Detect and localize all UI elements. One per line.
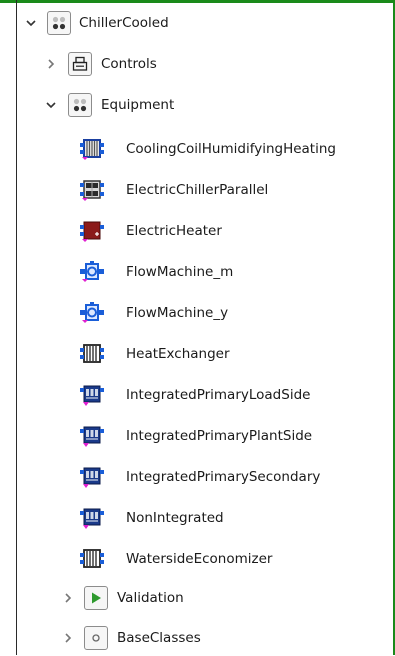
tree-item-flowmachine-y[interactable]: FlowMachine_y bbox=[17, 295, 393, 331]
tree-item-integratedprimarysecondary[interactable]: IntegratedPrimarySecondary bbox=[17, 459, 393, 495]
tree-item-label: CoolingCoilHumidifyingHeating bbox=[126, 141, 336, 157]
controls-package-icon bbox=[67, 51, 93, 77]
chevron-right-icon[interactable] bbox=[62, 632, 74, 644]
tree-item-heatexchanger[interactable]: HeatExchanger bbox=[17, 336, 393, 372]
tree-item-coolingcoil[interactable]: CoolingCoilHumidifyingHeating bbox=[17, 131, 393, 167]
tree-node-baseclasses[interactable]: BaseClasses bbox=[17, 620, 393, 656]
chevron-down-icon[interactable] bbox=[25, 17, 37, 29]
tree-node-label: ChillerCooled bbox=[79, 15, 169, 31]
tree-item-label: FlowMachine_y bbox=[126, 305, 229, 321]
tree-node-label: BaseClasses bbox=[117, 630, 201, 646]
cooling-coil-icon bbox=[79, 136, 105, 162]
tree-item-electricheater[interactable]: ElectricHeater bbox=[17, 213, 393, 249]
integrated-plant-icon bbox=[79, 464, 105, 490]
chevron-down-icon[interactable] bbox=[45, 99, 57, 111]
tree-item-watersideeconomizer[interactable]: WatersideEconomizer bbox=[17, 541, 393, 577]
chiller-parallel-icon bbox=[79, 177, 105, 203]
flow-machine-icon bbox=[79, 259, 105, 285]
tree-item-electricchillerparallel[interactable]: ElectricChillerParallel bbox=[17, 172, 393, 208]
chevron-right-icon[interactable] bbox=[62, 592, 74, 604]
tree-item-label: WatersideEconomizer bbox=[126, 551, 273, 567]
package-icon bbox=[46, 10, 72, 36]
tree-item-label: ElectricChillerParallel bbox=[126, 182, 269, 198]
chevron-right-icon[interactable] bbox=[45, 58, 57, 70]
tree-item-integratedprimaryloadside[interactable]: IntegratedPrimaryLoadSide bbox=[17, 377, 393, 413]
tree-node-label: Controls bbox=[101, 56, 157, 72]
tree-item-label: FlowMachine_m bbox=[126, 264, 234, 280]
tree-node-equipment[interactable]: Equipment bbox=[17, 87, 393, 123]
tree-item-label: IntegratedPrimarySecondary bbox=[126, 469, 321, 485]
base-class-icon bbox=[83, 625, 109, 651]
tree-item-label: IntegratedPrimaryPlantSide bbox=[126, 428, 313, 444]
tree-item-label: NonIntegrated bbox=[126, 510, 224, 526]
tree-node-controls[interactable]: Controls bbox=[17, 46, 393, 82]
tree-item-flowmachine-m[interactable]: FlowMachine_m bbox=[17, 254, 393, 290]
heat-exchanger-icon bbox=[79, 546, 105, 572]
heat-exchanger-icon bbox=[79, 341, 105, 367]
integrated-plant-icon bbox=[79, 382, 105, 408]
package-tree: ChillerCooled Controls Equipment Cooling… bbox=[17, 3, 393, 655]
tree-node-label: Validation bbox=[117, 590, 184, 606]
tree-item-label: ElectricHeater bbox=[126, 223, 222, 239]
tree-item-nonintegrated[interactable]: NonIntegrated bbox=[17, 500, 393, 536]
package-icon bbox=[67, 92, 93, 118]
tree-node-chillercooled[interactable]: ChillerCooled bbox=[17, 5, 393, 41]
tree-node-validation[interactable]: Validation bbox=[17, 580, 393, 616]
tree-item-label: HeatExchanger bbox=[126, 346, 230, 362]
integrated-plant-icon bbox=[79, 505, 105, 531]
play-icon bbox=[83, 585, 109, 611]
tree-item-label: IntegratedPrimaryLoadSide bbox=[126, 387, 311, 403]
integrated-plant-icon bbox=[79, 423, 105, 449]
tree-node-label: Equipment bbox=[101, 97, 175, 113]
flow-machine-icon bbox=[79, 300, 105, 326]
tree-item-integratedprimaryplantside[interactable]: IntegratedPrimaryPlantSide bbox=[17, 418, 393, 454]
electric-heater-icon bbox=[79, 218, 105, 244]
